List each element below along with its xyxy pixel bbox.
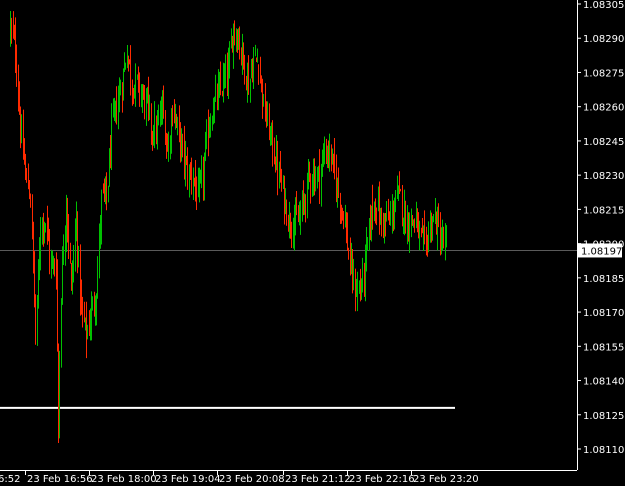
current-price-tag: 1.08197: [578, 243, 622, 258]
price-tick-label: 1.08185: [583, 274, 624, 285]
current-price-label: 1.08197: [581, 246, 622, 257]
price-tick-label: 1.08170: [583, 308, 624, 319]
time-tick-label: 23 Feb 18:00: [91, 474, 157, 485]
price-tick-label: 1.08260: [583, 103, 624, 114]
price-chart[interactable]: 1.08305 1.08290 1.08275 1.08260 1.08245 1.082…: [0, 0, 625, 486]
time-tick-label: 23 Feb 16:56: [27, 474, 93, 485]
price-tick-label: 1.08140: [583, 377, 624, 388]
price-tick-label: 1.08155: [583, 342, 624, 353]
price-tick-label: 1.08110: [583, 445, 624, 456]
time-tick-label: 6:52: [0, 474, 20, 485]
time-tick-label: 23 Feb 20:08: [219, 474, 285, 485]
time-tick-label: 23 Feb 23:20: [413, 474, 479, 485]
price-tick-label: 1.08275: [583, 68, 624, 79]
price-tick-label: 1.08230: [583, 171, 624, 182]
price-tick-label: 1.08125: [583, 411, 624, 422]
price-tick-label: 1.08305: [583, 0, 624, 11]
time-tick-label: 23 Feb 21:12: [285, 474, 351, 485]
price-tick-label: 1.08245: [583, 137, 624, 148]
chart-background: [0, 0, 625, 486]
price-tick-label: 1.08215: [583, 205, 624, 216]
time-tick-label: 23 Feb 22:16: [349, 474, 415, 485]
time-tick-label: 23 Feb 19:04: [155, 474, 221, 485]
price-tick-label: 1.08290: [583, 34, 624, 45]
